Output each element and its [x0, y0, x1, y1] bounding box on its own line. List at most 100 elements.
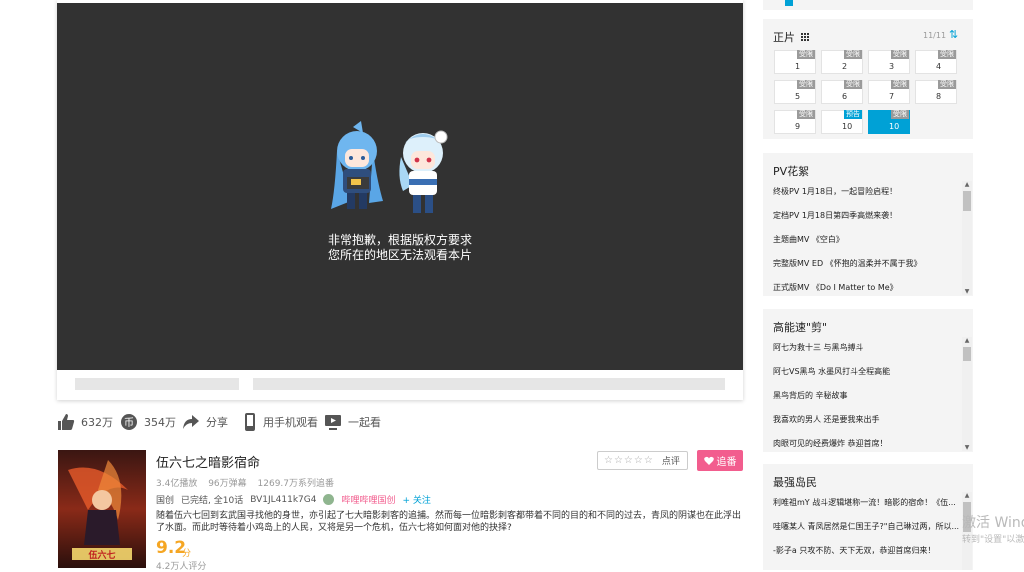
scroll-down-icon[interactable]: ▼ — [962, 444, 972, 451]
watch-together-label: 一起看 — [348, 416, 381, 429]
episode-number: 2 — [842, 62, 848, 71]
scroll-up-icon[interactable]: ▲ — [962, 337, 972, 344]
coin-count: 354万 — [144, 416, 176, 429]
episode-number: 3 — [889, 62, 895, 71]
islanders-panel: 最强岛民 利唯祖mY 战斗逻辑堪称一流！暗影的宿命！《伍... 哇噻某人 青凤居… — [763, 464, 973, 570]
uploader-name[interactable]: 哔哩哔哩国创 — [341, 493, 395, 506]
mobile-watch-label: 用手机观看 — [263, 416, 318, 429]
mascot-illustration — [331, 121, 448, 213]
heart-icon — [703, 456, 714, 465]
episode-button-active[interactable]: 受限 10 — [868, 110, 910, 134]
restricted-badge: 受限 — [891, 80, 909, 89]
episode-button[interactable]: 受限 6 — [821, 80, 863, 104]
list-item[interactable]: 定档PV 1月18日第四季高燃来袭！ — [773, 210, 897, 221]
region-tag[interactable]: 国创 — [156, 493, 174, 506]
episode-number: 4 — [936, 62, 942, 71]
episode-button[interactable]: 受限 3 — [868, 50, 910, 74]
media-description: 随着伍六七回到玄武国寻找他的身世，亦引起了七大暗影刺客的追捕。然而每一位暗影刺客… — [156, 511, 742, 533]
pv-panel-title: PV花絮 — [773, 165, 810, 178]
cover-artwork: 伍六七 — [58, 450, 146, 568]
highlights-panel: 高能速"剪" 阿七为救十三 与黑鸟搏斗 阿七VS黑鸟 水墨风打斗全程高能 黑鸟背… — [763, 309, 973, 452]
region-block-message: 非常抱歉，根据版权方要求 — [327, 233, 472, 247]
mobile-watch-button[interactable]: 用手机观看 — [243, 412, 318, 432]
media-meta: 国创 已完结, 全10话 BV1JL411k7G4 哔哩哔哩国创 + 关注 — [156, 493, 438, 506]
rating-count: 4.2万人评分 — [156, 562, 207, 572]
scrollbar[interactable]: ▲ ▼ — [962, 337, 972, 451]
danmaku-count: 96万弹幕 — [208, 479, 247, 489]
list-item[interactable]: 我喜欢的男人 还是要我来出手 — [773, 414, 880, 425]
watch-together-button[interactable]: 一起看 — [324, 412, 381, 432]
follow-series-button[interactable]: 追番 — [697, 450, 743, 471]
score-unit: 分 — [182, 549, 192, 559]
scroll-thumb[interactable] — [963, 191, 971, 211]
restricted-badge: 受限 — [891, 110, 909, 119]
episode-number: 1 — [795, 62, 801, 71]
list-item[interactable]: 主题曲MV 《空白》 — [773, 234, 844, 245]
scrollbar[interactable]: ▲ ▼ — [962, 181, 972, 295]
video-player[interactable]: 非常抱歉，根据版权方要求 您所在的地区无法观看本片 — [57, 3, 743, 370]
rate-button[interactable]: ☆☆☆☆☆ 点评 — [597, 451, 688, 470]
episode-button[interactable]: 预告 10 — [821, 110, 863, 134]
media-stats: 3.4亿播放 96万弹幕 1269.7万系列追番 — [156, 476, 342, 489]
follow-uploader-link[interactable]: + 关注 — [402, 493, 430, 506]
list-item[interactable]: 终极PV 1月18日，一起冒险启程！ — [773, 186, 897, 197]
episode-list-panel: 正片 11/11 ⇅ 受限 1 受限 2 受限 3 受限 4 受限 5 受限 6 受限 7 受… — [763, 19, 973, 139]
episode-button[interactable]: 受限 1 — [774, 50, 816, 74]
rate-label: 点评 — [661, 457, 680, 467]
list-item[interactable]: -影子a 只攻不防、天下无双，恭迎首席归来！ — [773, 545, 935, 556]
restricted-badge: 受限 — [891, 50, 909, 59]
activation-watermark: 激活 Wind — [962, 515, 1024, 531]
episode-button[interactable]: 受限 9 — [774, 110, 816, 134]
danmaku-input-placeholder — [253, 378, 725, 390]
bvid: BV1JL411k7G4 — [250, 494, 317, 505]
episode-panel-title: 正片 — [773, 29, 809, 45]
region-block-message-line2: 您所在的地区无法观看本片 — [327, 248, 472, 262]
uploader-avatar[interactable] — [323, 494, 335, 505]
top-strip-marker — [785, 0, 793, 6]
video-player-container: 非常抱歉，根据版权方要求 您所在的地区无法观看本片 — [57, 0, 743, 400]
episode-button[interactable]: 受限 7 — [868, 80, 910, 104]
restricted-badge: 受限 — [938, 50, 956, 59]
episode-number: 5 — [795, 92, 801, 101]
episode-button[interactable]: 受限 2 — [821, 50, 863, 74]
media-title[interactable]: 伍六七之暗影宿命 — [156, 452, 260, 471]
restricted-badge: 受限 — [797, 110, 815, 119]
restricted-badge: 受限 — [797, 80, 815, 89]
share-button[interactable]: 分享 — [182, 412, 228, 432]
scroll-up-icon[interactable]: ▲ — [962, 181, 972, 188]
islanders-panel-title: 最强岛民 — [773, 476, 817, 489]
like-count: 632万 — [81, 416, 113, 429]
share-label: 分享 — [206, 416, 228, 429]
list-item[interactable]: 哇噻某人 青凤居然是仁国王子?"自己琳过两，所以... — [773, 521, 959, 532]
list-item[interactable]: 完整版MV ED 《怀抱的温柔并不属于我》 — [773, 258, 922, 269]
list-item[interactable]: 阿七为救十三 与黑鸟搏斗 — [773, 342, 864, 353]
coin-button[interactable]: 币 354万 — [120, 412, 176, 432]
list-item[interactable]: 利唯祖mY 战斗逻辑堪称一流！暗影的宿命！《伍... — [773, 497, 956, 508]
watch-together-icon — [325, 415, 341, 430]
episode-status: 已完结, 全10话 — [181, 496, 244, 506]
top-panel-strip — [763, 0, 973, 10]
list-item[interactable]: 正式版MV 《Do I Matter to Me》 — [773, 282, 898, 293]
episode-count: 11/11 — [923, 31, 947, 40]
activation-watermark-hint: 转到"设置"以激 — [962, 535, 1024, 545]
media-cover[interactable]: 伍六七 — [58, 450, 146, 568]
list-item[interactable]: 肉眼可见的经费爆炸 恭迎首席！ — [773, 438, 888, 449]
like-button[interactable]: 632万 — [57, 412, 113, 432]
episode-button[interactable]: 受限 5 — [774, 80, 816, 104]
scroll-down-icon[interactable]: ▼ — [962, 288, 972, 295]
sort-icon[interactable]: ⇅ — [949, 28, 958, 41]
scroll-thumb[interactable] — [963, 347, 971, 361]
play-count: 3.4亿播放 — [156, 479, 198, 489]
episode-button[interactable]: 受限 4 — [915, 50, 957, 74]
series-follow-count: 1269.7万系列追番 — [257, 479, 335, 489]
list-item[interactable]: 黑鸟背后的 辛秘故事 — [773, 390, 848, 401]
coin-icon: 币 — [121, 414, 137, 430]
rating-stars: ☆☆☆☆☆ — [604, 455, 654, 466]
list-item[interactable]: 阿七VS黑鸟 水墨风打斗全程高能 — [773, 366, 890, 377]
episode-button[interactable]: 受限 8 — [915, 80, 957, 104]
scroll-up-icon[interactable]: ▲ — [962, 492, 972, 499]
episode-number: 7 — [889, 92, 895, 101]
grid-view-icon[interactable] — [800, 33, 809, 41]
pv-panel: PV花絮 终极PV 1月18日，一起冒险启程！ 定档PV 1月18日第四季高燃来… — [763, 153, 973, 296]
restricted-badge: 受限 — [797, 50, 815, 59]
